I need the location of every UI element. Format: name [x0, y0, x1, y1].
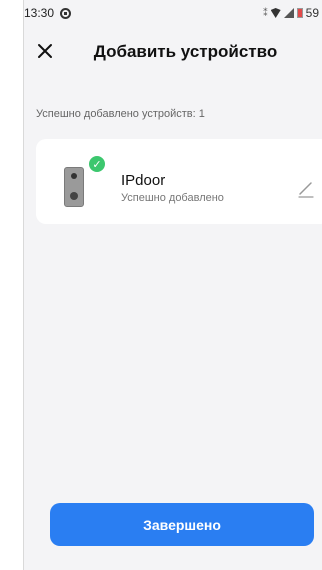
status-time: 13:30 — [24, 6, 55, 20]
doorbell-device-icon — [64, 167, 84, 207]
doorbell-button — [70, 192, 78, 200]
pencil-icon — [298, 182, 314, 198]
notification-icon — [60, 7, 72, 19]
wifi-icon — [270, 8, 281, 18]
battery-value: 59 — [305, 6, 319, 20]
added-summary: Успешно добавлено устройств: 1 — [36, 108, 205, 120]
screen-edge — [0, 0, 23, 570]
done-button[interactable]: Завершено — [50, 503, 314, 546]
edit-name-button[interactable] — [296, 179, 316, 199]
header: Добавить устройство — [24, 34, 322, 70]
status-right: ⁑ 59 — [263, 6, 322, 20]
phone-screen: 13:30 ⁑ 59 Добавить устройство Успешно д… — [23, 0, 322, 570]
signal-icon — [283, 8, 294, 18]
camera-lens — [71, 173, 77, 179]
device-card[interactable]: ✓ IPdoor Успешно добавлено — [36, 139, 322, 224]
battery-icon — [296, 8, 303, 18]
status-left: 13:30 — [24, 6, 72, 20]
vibrate-icon: ⁑ — [263, 7, 268, 18]
page-title: Добавить устройство — [93, 42, 278, 61]
status-bar: 13:30 ⁑ 59 — [24, 0, 322, 26]
device-status: Успешно добавлено — [121, 192, 224, 204]
check-icon: ✓ — [89, 156, 105, 172]
device-name: IPdoor — [121, 172, 166, 189]
